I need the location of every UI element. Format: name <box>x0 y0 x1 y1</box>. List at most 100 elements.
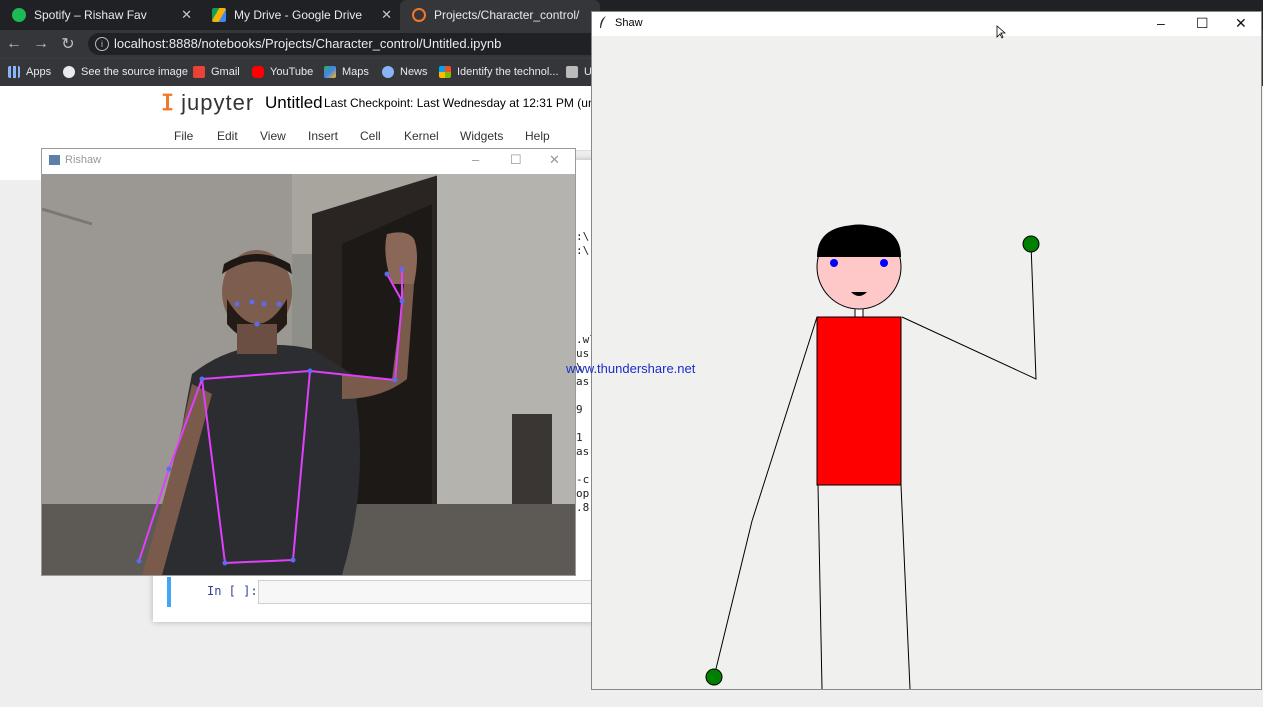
skeleton-joint <box>249 299 255 305</box>
bookmark-label: News <box>400 65 428 78</box>
skeleton-joint <box>392 377 398 383</box>
right-hand-marker <box>1022 235 1040 253</box>
output-fragment: 9 | <box>576 403 592 416</box>
menu-help[interactable]: Help <box>525 129 550 143</box>
person-neck <box>237 324 277 354</box>
tab-google-drive[interactable]: My Drive - Google Drive ✕ <box>200 0 400 30</box>
bookmark-source-image[interactable]: See the source image <box>63 58 188 85</box>
bookmark-gmail[interactable]: Gmail <box>193 58 240 85</box>
character-hair <box>817 225 901 257</box>
menu-cell[interactable]: Cell <box>360 129 381 143</box>
bookmark-label: See the source image <box>81 65 189 78</box>
left-hand-marker <box>705 668 723 686</box>
skeleton-joint <box>254 321 260 327</box>
skeleton-joint <box>136 558 142 564</box>
output-fragment: .8 <box>576 501 590 514</box>
code-cell-input[interactable] <box>258 580 595 604</box>
left-leg <box>817 484 823 689</box>
spotify-icon <box>12 8 26 22</box>
output-fragment: op <box>576 487 590 500</box>
window-app-icon <box>49 155 60 165</box>
close-tab-icon[interactable]: ✕ <box>181 7 192 23</box>
bookmark-label: YouTube <box>270 65 314 78</box>
tab-jupyter[interactable]: Projects/Character_control/ <box>400 0 600 30</box>
gmail-icon <box>193 65 205 78</box>
jupyter-logo-icon: ⵊ <box>162 90 182 115</box>
microsoft-icon <box>439 65 451 78</box>
output-fragment: :\ <box>576 244 590 257</box>
output-fragment: us <box>576 347 590 360</box>
notebook-title[interactable]: Untitled <box>265 93 323 113</box>
checkpoint-status: Last Checkpoint: Last Wednesday at 12:31… <box>324 96 620 110</box>
globe-icon <box>63 65 75 78</box>
bookmark-u[interactable]: U <box>566 58 592 85</box>
minimize-icon[interactable]: – <box>1157 15 1165 31</box>
cell-prompt: In [ ]: <box>207 584 258 598</box>
google-drive-icon <box>212 8 226 22</box>
maximize-icon[interactable]: ☐ <box>510 152 522 168</box>
output-fragment: -c <box>576 473 590 486</box>
back-icon[interactable]: ← <box>1 30 27 58</box>
skeleton-joint <box>290 557 296 563</box>
maximize-icon[interactable]: ☐ <box>1196 15 1209 32</box>
camera-feed <box>42 174 575 575</box>
selected-cell-indicator <box>167 577 171 607</box>
menu-view[interactable]: View <box>260 129 286 143</box>
menu-kernel[interactable]: Kernel <box>404 129 439 143</box>
skeleton-joint <box>384 271 390 277</box>
checkpoint-text: Last Checkpoint: Last Wednesday at 12:31… <box>324 96 574 110</box>
jupyter-menubar <box>0 124 600 151</box>
mouse-cursor-icon <box>996 25 1006 39</box>
menu-widgets[interactable]: Widgets <box>460 129 503 143</box>
bookmark-label: Maps <box>342 65 369 78</box>
reload-icon[interactable]: ↻ <box>55 30 81 58</box>
apps-grid-icon <box>8 65 20 78</box>
bookmark-maps[interactable]: Maps <box>324 58 369 85</box>
skeleton-joint <box>276 301 282 307</box>
skeleton-joint <box>307 368 313 374</box>
bookmark-apps[interactable]: Apps <box>8 58 51 85</box>
bookmark-label: Apps <box>26 65 52 78</box>
menu-insert[interactable]: Insert <box>308 129 338 143</box>
feather-icon <box>600 16 606 28</box>
bookmark-identify[interactable]: Identify the technol... <box>439 58 559 85</box>
bookmark-news[interactable]: News <box>382 58 428 85</box>
output-fragment: :\ <box>576 230 590 243</box>
menu-edit[interactable]: Edit <box>217 129 238 143</box>
watermark-text: www.thundershare.net <box>566 361 696 376</box>
skeleton-joint <box>399 266 405 272</box>
close-icon[interactable]: ✕ <box>1235 15 1247 32</box>
bookmark-youtube[interactable]: YouTube <box>252 58 313 85</box>
right-arm <box>901 243 1037 380</box>
url-text: localhost:8888/notebooks/Projects/Charac… <box>114 36 502 51</box>
tab-label: Spotify – Rishaw Fav <box>34 8 147 22</box>
camera-window-title: Rishaw <box>65 154 102 166</box>
tab-label: Projects/Character_control/ <box>434 8 580 22</box>
output-fragment: as <box>576 445 590 458</box>
jupyter-icon <box>412 8 426 22</box>
wall-switchboard <box>512 414 552 504</box>
tab-spotify[interactable]: Spotify – Rishaw Fav ✕ <box>0 0 200 30</box>
right-eye <box>880 259 888 267</box>
close-icon[interactable]: ✕ <box>549 152 560 168</box>
site-info-icon[interactable]: i <box>95 37 109 51</box>
skeleton-joint <box>199 376 205 382</box>
output-fragment: as <box>576 375 590 388</box>
maps-icon <box>324 65 336 78</box>
tab-label: My Drive - Google Drive <box>234 8 363 22</box>
forward-icon[interactable]: → <box>28 30 54 58</box>
jupyter-logo[interactable]: ⵊ jupyter <box>162 90 254 116</box>
output-fragment: 1 <box>576 431 583 444</box>
jupyter-logo-text: jupyter <box>181 90 255 115</box>
left-eye <box>830 259 838 267</box>
skeleton-joint <box>166 466 172 472</box>
skeleton-joint <box>261 301 267 307</box>
close-tab-icon[interactable]: ✕ <box>381 7 392 23</box>
minimize-icon[interactable]: – <box>472 152 479 167</box>
menu-file[interactable]: File <box>174 129 193 143</box>
left-arm <box>713 316 818 678</box>
bookmark-label: Identify the technol... <box>457 65 559 78</box>
character-body <box>816 316 902 486</box>
youtube-icon <box>252 65 264 78</box>
news-icon <box>382 65 394 78</box>
